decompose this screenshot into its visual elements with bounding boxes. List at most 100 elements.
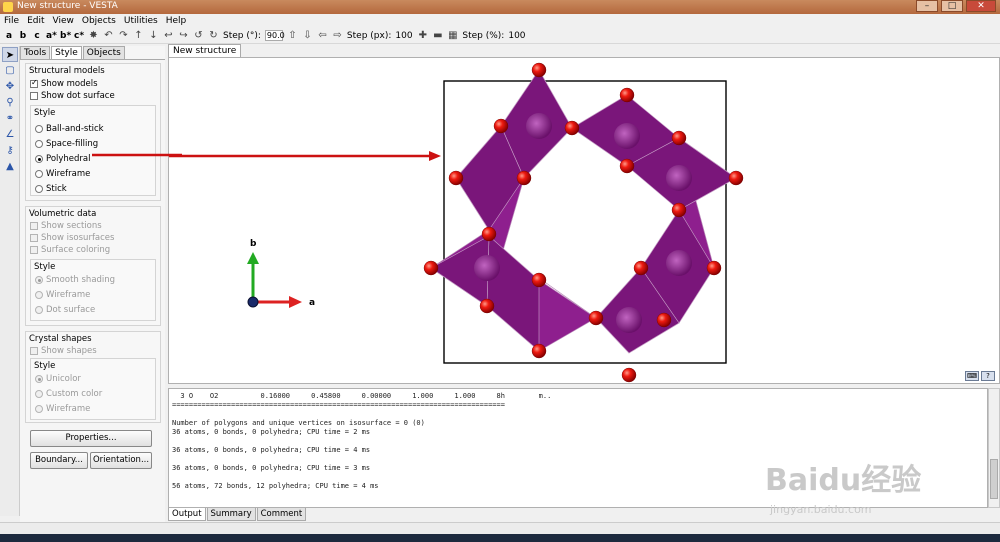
smooth-shading-radio[interactable] [35, 276, 43, 284]
oxygen-atom[interactable] [531, 272, 547, 288]
style-ball-and-stick-option[interactable]: Ball-and-stick [35, 124, 104, 134]
tab-comment[interactable]: Comment [256, 508, 307, 521]
wireframe-radio[interactable] [35, 170, 43, 178]
volumetric-wireframe-radio[interactable] [35, 291, 43, 299]
undo-rotate-icon[interactable]: ↩ [163, 30, 174, 41]
fit-to-screen-icon[interactable]: ▦ [447, 30, 458, 41]
tab-output[interactable]: Output [168, 508, 206, 521]
structure-viewport[interactable]: b a ⌨ ? [168, 57, 1000, 384]
menu-edit[interactable]: Edit [27, 16, 44, 26]
oxygen-atom[interactable] [423, 260, 439, 276]
oxygen-atom[interactable] [619, 158, 635, 174]
lattice-plane-tool-icon[interactable]: ▲ [2, 159, 18, 174]
tab-summary[interactable]: Summary [206, 508, 256, 521]
menu-file[interactable]: File [4, 16, 19, 26]
space-filling-radio[interactable] [35, 140, 43, 148]
dot-surface-radio[interactable] [35, 306, 43, 314]
unicolor-radio[interactable] [35, 375, 43, 383]
oxygen-atom[interactable] [633, 260, 649, 276]
boundary-button[interactable]: Boundary... [30, 452, 88, 469]
redo-rotate-icon[interactable]: ↪ [178, 30, 189, 41]
tab-objects[interactable]: Objects [82, 46, 125, 59]
step-px-input[interactable]: 100 [395, 31, 413, 41]
step-pct-input[interactable]: 100 [508, 31, 526, 41]
view-along-a-button[interactable]: a [4, 31, 14, 41]
step-deg-input[interactable]: 90.0 [264, 30, 285, 41]
move-right-icon[interactable]: ⇨ [332, 30, 343, 41]
view-along-b-button[interactable]: b [18, 31, 28, 41]
oxygen-atom[interactable] [588, 310, 604, 326]
rotate-down-icon[interactable]: ↓ [148, 30, 159, 41]
style-space-filling-option[interactable]: Space-filling [35, 139, 98, 149]
oxygen-atom[interactable] [621, 367, 637, 383]
zoom-out-icon[interactable]: ▬ [432, 30, 443, 41]
view-along-c-star-button[interactable]: c* [74, 31, 84, 41]
show-models-checkbox[interactable] [30, 78, 38, 88]
oxygen-atom[interactable] [531, 343, 547, 359]
oxygen-atom[interactable] [493, 118, 509, 134]
move-down-icon[interactable]: ⇩ [302, 30, 313, 41]
close-icon[interactable]: ✕ [966, 0, 996, 12]
rotate-up-icon[interactable]: ↑ [133, 30, 144, 41]
maximize-icon[interactable]: □ [941, 0, 963, 12]
oxygen-atom[interactable] [706, 260, 722, 276]
move-up-icon[interactable]: ⇧ [287, 30, 298, 41]
rotate-free-icon[interactable]: ✸ [88, 30, 99, 41]
oxygen-atom[interactable] [728, 170, 744, 186]
menu-objects[interactable]: Objects [82, 16, 116, 26]
keyboard-icon[interactable]: ⌨ [965, 371, 979, 381]
show-isosurfaces-checkbox[interactable] [30, 234, 38, 242]
oxygen-atom[interactable] [448, 170, 464, 186]
oxygen-atom[interactable] [531, 62, 547, 78]
show-models-option[interactable]: Show models [30, 78, 98, 89]
oxygen-atom[interactable] [516, 170, 532, 186]
show-isosurfaces-option[interactable]: Show isosurfaces [30, 233, 114, 243]
rotate-ccw-icon[interactable]: ↻ [208, 30, 219, 41]
show-sections-option[interactable]: Show sections [30, 221, 102, 231]
show-sections-checkbox[interactable] [30, 222, 38, 230]
surface-coloring-option[interactable]: Surface coloring [30, 245, 110, 255]
output-scrollbar[interactable] [988, 388, 1000, 508]
rotate-right-icon[interactable]: ↷ [118, 30, 129, 41]
style-polyhedral-option[interactable]: Polyhedral [35, 154, 91, 164]
minimize-icon[interactable]: – [916, 0, 938, 12]
help-icon[interactable]: ? [981, 371, 995, 381]
oxygen-atom[interactable] [619, 87, 635, 103]
smooth-shading-option[interactable]: Smooth shading [35, 275, 115, 285]
rotate-cw-icon[interactable]: ↺ [193, 30, 204, 41]
show-dot-surface-option[interactable]: Show dot surface [30, 91, 115, 101]
surface-coloring-checkbox[interactable] [30, 246, 38, 254]
tab-new-structure[interactable]: New structure [168, 44, 242, 57]
oxygen-atom[interactable] [479, 298, 495, 314]
custom-color-radio[interactable] [35, 390, 43, 398]
translate-tool-icon[interactable]: ✥ [2, 79, 18, 94]
zoom-in-icon[interactable]: ✚ [417, 30, 428, 41]
menu-help[interactable]: Help [166, 16, 187, 26]
magnify-tool-icon[interactable]: ⚲ [2, 95, 18, 110]
show-dot-surface-checkbox[interactable] [30, 92, 38, 100]
orientation-button[interactable]: Orientation... [90, 452, 152, 469]
stick-radio[interactable] [35, 185, 43, 193]
view-along-c-button[interactable]: c [32, 31, 42, 41]
rotate-left-icon[interactable]: ↶ [103, 30, 114, 41]
move-left-icon[interactable]: ⇦ [317, 30, 328, 41]
tab-tools[interactable]: Tools [20, 46, 51, 59]
menu-view[interactable]: View [53, 16, 74, 26]
crystal-wireframe-option[interactable]: Wireframe [35, 404, 90, 414]
dihedral-tool-icon[interactable]: ⚷ [2, 143, 18, 158]
polyhedral-radio[interactable] [35, 155, 43, 163]
oxygen-atom[interactable] [656, 312, 672, 328]
oxygen-atom[interactable] [564, 120, 580, 136]
region-select-icon[interactable]: ▢ [2, 63, 18, 78]
dot-surface-option[interactable]: Dot surface [35, 305, 95, 315]
show-shapes-option[interactable]: Show shapes [30, 346, 97, 356]
ball-and-stick-radio[interactable] [35, 125, 43, 133]
properties-button[interactable]: Properties... [30, 430, 152, 447]
style-stick-option[interactable]: Stick [35, 184, 67, 194]
view-along-b-star-button[interactable]: b* [60, 31, 71, 41]
angle-tool-icon[interactable]: ∠ [2, 127, 18, 142]
distance-tool-icon[interactable]: ⚭ [2, 111, 18, 126]
style-wireframe-option[interactable]: Wireframe [35, 169, 90, 179]
oxygen-atom[interactable] [671, 202, 687, 218]
custom-color-option[interactable]: Custom color [35, 389, 102, 399]
